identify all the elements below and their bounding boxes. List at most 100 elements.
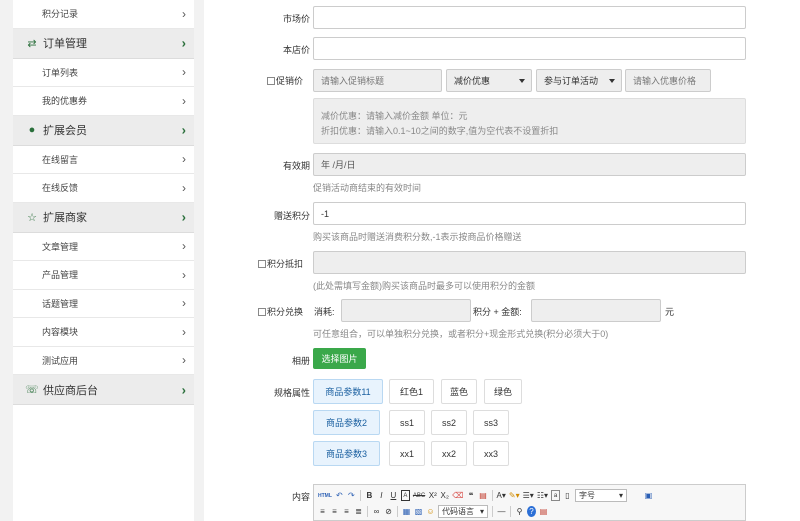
code-language-value: 代码语言 <box>442 507 474 516</box>
emoji-icon[interactable]: ☺ <box>426 506 435 517</box>
promo-label: 促销价 <box>276 76 304 86</box>
points-exchange-points-input[interactable] <box>341 299 471 322</box>
spec-value[interactable]: xx3 <box>473 441 509 466</box>
sidebar-item-label: 测试应用 <box>42 355 79 366</box>
sidebar-group-header[interactable]: ☆ 扩展商家 › <box>13 202 194 233</box>
spec-value[interactable]: ss1 <box>389 410 425 435</box>
sidebar-item[interactable]: 测试应用 › <box>13 347 194 375</box>
eraser-icon[interactable]: ⌫ <box>452 490 463 501</box>
underline-icon[interactable]: U <box>389 490 398 501</box>
spec-key[interactable]: 商品参数11 <box>313 379 383 404</box>
align-center-icon[interactable]: ≡ <box>330 506 339 517</box>
shop-price-label: 本店价 <box>282 45 310 55</box>
points-deduct-hint: (此处需填写金额)购买该商品时最多可以使用积分的金额 <box>313 281 535 291</box>
promo-activity-select[interactable]: 参与订单活动 <box>536 69 622 92</box>
strikethrough-icon[interactable]: ABC <box>413 490 425 501</box>
sidebar-item[interactable]: 产品管理 › <box>13 261 194 290</box>
bold-icon[interactable]: B <box>365 490 374 501</box>
sidebar-item-label: 订单列表 <box>42 67 79 78</box>
promo-checkbox[interactable]: 促销价 <box>267 74 303 87</box>
italic-icon[interactable]: I <box>377 490 386 501</box>
sidebar-item-label: 文章管理 <box>42 241 79 252</box>
html-source-button[interactable]: HTML <box>318 490 332 501</box>
promo-type-select[interactable]: 减价优惠 <box>446 69 532 92</box>
promo-note: 减价优惠：请输入减价金额 单位：元 折扣优惠：请输入0.1~10之间的数字,值为… <box>313 98 746 144</box>
toolbar-separator <box>491 490 493 501</box>
spec-key[interactable]: 商品参数2 <box>313 410 380 435</box>
spec-value[interactable]: ss2 <box>431 410 467 435</box>
shop-price-input[interactable] <box>313 37 746 60</box>
code-language-select[interactable]: 代码语言 ▾ <box>438 505 488 518</box>
promo-title-input[interactable]: 请输入促销标题 <box>313 69 442 92</box>
fullscreen-icon[interactable]: ▣ <box>644 490 653 501</box>
unordered-list-icon[interactable]: ☷▾ <box>537 490 548 501</box>
sidebar-group-header[interactable]: ● 扩展会员 › <box>13 115 194 146</box>
align-left-icon[interactable]: ≡ <box>318 506 327 517</box>
sidebar-item[interactable]: 积分记录 › <box>13 0 194 29</box>
chevron-down-icon <box>609 79 615 83</box>
chevron-right-icon: › <box>181 122 186 138</box>
help-icon[interactable]: ? <box>527 506 536 517</box>
superscript-icon[interactable]: X² <box>428 490 437 501</box>
points-exchange-checkbox[interactable]: 积分兑换 <box>258 305 303 318</box>
spec-key[interactable]: 商品参数3 <box>313 441 380 466</box>
select-all-icon[interactable]: a <box>551 490 560 501</box>
points-deduct-input[interactable] <box>313 251 746 274</box>
points-deduct-checkbox[interactable]: 积分抵扣 <box>258 257 303 270</box>
chevron-right-icon: › <box>182 65 186 80</box>
points-exchange-amount-input[interactable] <box>531 299 661 322</box>
product-edit-form: 市场价 本店价 促销价 请输入促销标题 减价优惠 参与订单活动 请输入优惠价格 … <box>204 0 800 521</box>
rich-text-editor[interactable]: HTML ↶ ↷ B I U A ABC X² X₂ ⌫ ❝ ▤ A▾ ✎▾ ☰… <box>313 484 746 521</box>
chevron-down-icon: ▾ <box>618 491 623 500</box>
checkbox-icon <box>267 76 275 85</box>
chat-icon: ☏ <box>25 384 39 396</box>
clear-doc-icon[interactable]: ▯ <box>563 490 572 501</box>
spec-value[interactable]: 红色1 <box>389 379 434 404</box>
sidebar-item[interactable]: 订单列表 › <box>13 59 194 87</box>
spec-value[interactable]: 绿色 <box>484 379 522 404</box>
spec-value[interactable]: xx2 <box>431 441 467 466</box>
ordered-list-icon[interactable]: ☰▾ <box>523 490 534 501</box>
font-color-icon[interactable]: A▾ <box>497 490 506 501</box>
font-border-icon[interactable]: A <box>400 490 410 501</box>
market-price-label: 市场价 <box>282 14 310 24</box>
subscript-icon[interactable]: X₂ <box>440 490 449 501</box>
sidebar: 积分记录 › ⇄ 订单管理 › 订单列表 › 我的优惠券 › ● 扩展会员 › 在线留言 › 在线反馈 › ☆ 扩… <box>13 0 194 521</box>
sidebar-item[interactable]: 内容模块 › <box>13 318 194 347</box>
multi-image-icon[interactable]: ▧ <box>414 506 423 517</box>
sidebar-group-header[interactable]: ⇄ 订单管理 › <box>13 28 194 59</box>
validity-date-input[interactable]: 年 /月/日 <box>313 153 746 176</box>
blockquote-icon[interactable]: ❝ <box>467 490 476 501</box>
unlink-icon[interactable]: ⊘ <box>384 506 393 517</box>
drafts-icon[interactable]: ▤ <box>539 506 548 517</box>
sidebar-item[interactable]: 文章管理 › <box>13 233 194 261</box>
align-right-icon[interactable]: ≡ <box>342 506 351 517</box>
sidebar-item[interactable]: 在线反馈 › <box>13 174 194 203</box>
sidebar-item-label: 扩展会员 <box>43 125 87 137</box>
search-replace-icon[interactable]: ⚲ <box>515 506 524 517</box>
link-icon[interactable]: ∞ <box>372 506 381 517</box>
toolbar-separator <box>492 506 493 517</box>
paste-plain-icon[interactable]: ▤ <box>479 490 488 501</box>
redo-icon[interactable]: ↷ <box>347 490 356 501</box>
spec-value[interactable]: ss3 <box>473 410 509 435</box>
select-image-button[interactable]: 选择图片 <box>313 348 366 369</box>
promo-price-input[interactable]: 请输入优惠价格 <box>625 69 711 92</box>
spec-value[interactable]: xx1 <box>389 441 425 466</box>
sidebar-item[interactable]: 我的优惠券 › <box>13 87 194 116</box>
font-size-select[interactable]: 字号 ▾ <box>575 489 627 502</box>
market-price-input[interactable] <box>313 6 746 29</box>
gift-points-input[interactable]: -1 <box>313 202 746 225</box>
align-justify-icon[interactable]: ≣ <box>354 506 363 517</box>
validity-hint: 促销活动商结束的有效时间 <box>313 183 422 193</box>
gift-points-label: 赠送积分 <box>273 211 310 221</box>
sidebar-item[interactable]: 在线留言 › <box>13 146 194 174</box>
spec-value[interactable]: 蓝色 <box>441 379 477 404</box>
sidebar-item[interactable]: 话题管理 › <box>13 290 194 318</box>
horizontal-rule-icon[interactable]: — <box>497 506 506 517</box>
image-icon[interactable]: ▦ <box>402 506 411 517</box>
highlight-icon[interactable]: ✎▾ <box>509 490 520 501</box>
sidebar-group-header[interactable]: ☏ 供应商后台 › <box>13 375 194 405</box>
chevron-right-icon: › <box>181 35 186 51</box>
undo-icon[interactable]: ↶ <box>335 490 344 501</box>
